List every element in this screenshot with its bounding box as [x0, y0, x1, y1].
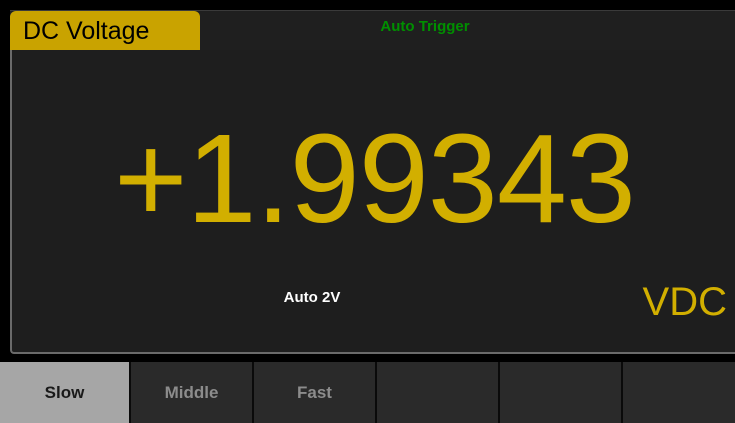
softkey-6[interactable] [623, 362, 735, 423]
unit-label: VDC [642, 280, 727, 324]
measurement-display: +1.99343 Auto 2V VDC [10, 50, 735, 354]
primary-reading: +1.99343 [113, 108, 636, 249]
softkey-5[interactable] [500, 362, 623, 423]
softkey-slow[interactable]: Slow [0, 362, 131, 423]
range-indicator: Auto 2V [283, 289, 341, 306]
softkey-middle[interactable]: Middle [131, 362, 254, 423]
measurement-mode-tab[interactable]: DC Voltage [10, 11, 200, 51]
softkey-bar: Slow Middle Fast [0, 362, 735, 423]
dmm-screen: DC Voltage Auto Trigger +1.99343 Auto 2V… [0, 0, 735, 423]
status-bar: DC Voltage Auto Trigger [10, 10, 735, 51]
trigger-status: Auto Trigger [380, 18, 470, 35]
softkey-4[interactable] [377, 362, 500, 423]
softkey-fast[interactable]: Fast [254, 362, 377, 423]
